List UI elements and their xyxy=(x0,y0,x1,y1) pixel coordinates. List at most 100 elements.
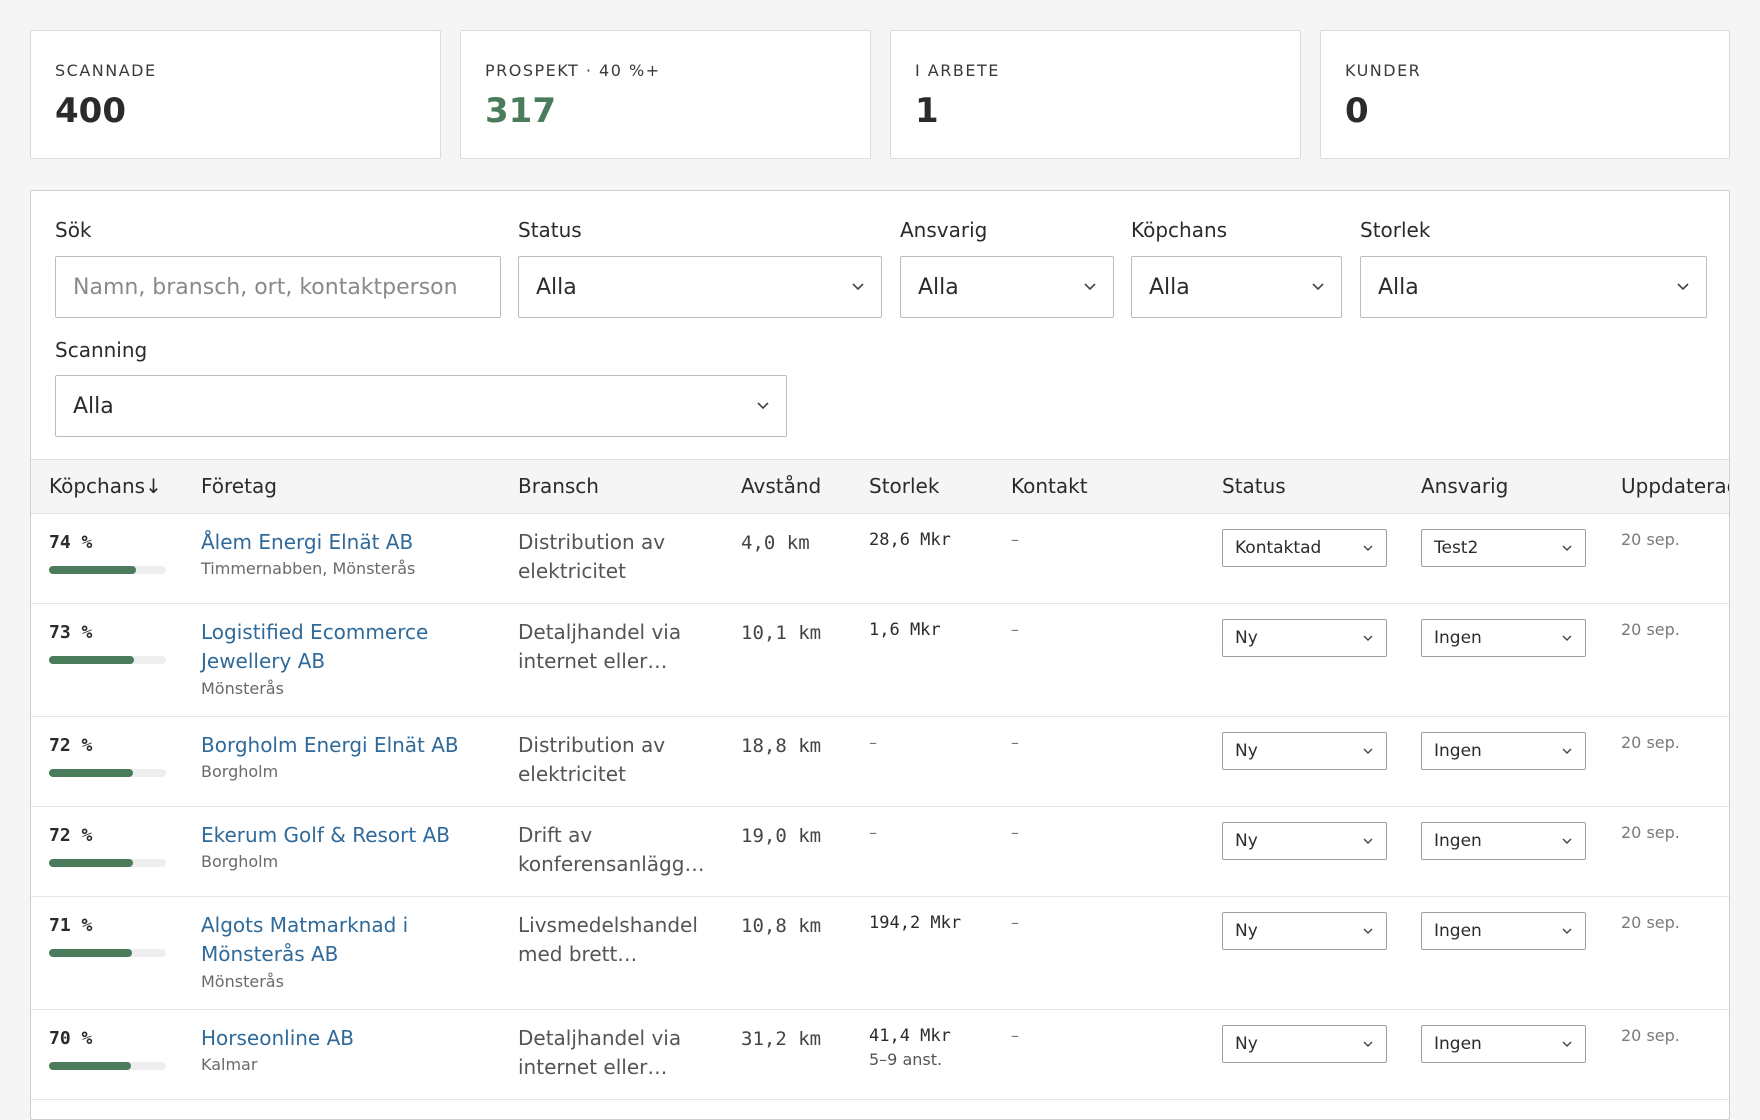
company-link[interactable]: Ekerum Golf & Resort AB xyxy=(201,821,491,850)
chevron-down-icon xyxy=(1561,1038,1573,1050)
score-bar xyxy=(49,949,166,957)
scanning-filter-select[interactable]: Alla xyxy=(55,375,787,437)
row-owner-value: Ingen xyxy=(1434,921,1482,941)
score-bar-fill xyxy=(49,656,135,664)
contact-value: – xyxy=(1011,620,1019,639)
status-filter-label: Status xyxy=(518,218,582,242)
score-bar xyxy=(49,769,166,777)
storlek-filter-value: Alla xyxy=(1378,274,1419,300)
kopchans-filter-select[interactable]: Alla xyxy=(1131,256,1342,318)
column-header-kontakt[interactable]: Kontakt xyxy=(1011,474,1088,498)
ansvarig-filter-select[interactable]: Alla xyxy=(900,256,1114,318)
column-header-kopchans[interactable]: Köpchans↓ xyxy=(49,474,162,498)
company-city: Timmernabben, Mönsterås xyxy=(201,559,416,578)
score-bar xyxy=(49,1062,166,1070)
table-row[interactable]: 71 % Algots Matmarknad i Mönsterås AB Mö… xyxy=(31,897,1729,1010)
chevron-down-icon xyxy=(1561,632,1573,644)
employee-count: 5–9 anst. xyxy=(869,1050,943,1069)
updated-date: 20 sep. xyxy=(1621,530,1680,549)
row-owner-value: Ingen xyxy=(1434,1034,1482,1054)
score-value: 71 % xyxy=(49,915,93,936)
ansvarig-filter-label: Ansvarig xyxy=(900,218,988,242)
column-header-foretag[interactable]: Företag xyxy=(201,474,277,498)
chevron-down-icon xyxy=(1561,925,1573,937)
stat-value: 400 xyxy=(55,91,126,131)
row-owner-select[interactable]: Ingen xyxy=(1421,619,1586,657)
table-row[interactable]: 74 % Ålem Energi Elnät AB Timmernabben, … xyxy=(31,514,1729,604)
score-value: 74 % xyxy=(49,532,93,553)
distance-value: 19,0 km xyxy=(741,825,822,847)
company-link[interactable]: Ålem Energi Elnät AB xyxy=(201,528,491,557)
chevron-down-icon xyxy=(1362,925,1374,937)
score-bar xyxy=(49,566,166,574)
stat-card-kunder: KUNDER 0 xyxy=(1320,30,1730,159)
company-city: Kalmar xyxy=(201,1055,258,1074)
distance-value: 10,1 km xyxy=(741,622,822,644)
company-link[interactable]: Logistified Ecommerce Jewellery AB xyxy=(201,618,491,676)
size-value: 41,4 Mkr xyxy=(869,1026,951,1046)
stat-value: 317 xyxy=(485,91,556,131)
company-link[interactable]: Horseonline AB xyxy=(201,1024,491,1053)
stat-card-i-arbete: I ARBETE 1 xyxy=(890,30,1301,159)
stat-label: KUNDER xyxy=(1345,61,1422,80)
size-value: – xyxy=(869,823,877,842)
row-status-select[interactable]: Ny xyxy=(1222,1025,1387,1063)
search-label: Sök xyxy=(55,218,92,242)
row-status-select[interactable]: Kontaktad xyxy=(1222,529,1387,567)
company-link[interactable]: Borgholm Energi Elnät AB xyxy=(201,731,491,760)
company-city: Mönsterås xyxy=(201,679,284,698)
column-header-avstand[interactable]: Avstånd xyxy=(741,474,821,498)
row-status-select[interactable]: Ny xyxy=(1222,822,1387,860)
row-owner-select[interactable]: Ingen xyxy=(1421,822,1586,860)
industry-text: Distribution av elektricitet xyxy=(518,733,666,786)
table-row[interactable]: 70 % Horseonline AB Kalmar Detaljhandel … xyxy=(31,1010,1729,1100)
updated-date: 20 sep. xyxy=(1621,1026,1680,1045)
company-link[interactable]: Algots Matmarknad i Mönsterås AB xyxy=(201,911,491,969)
contact-value: – xyxy=(1011,1026,1019,1045)
column-header-status[interactable]: Status xyxy=(1222,474,1286,498)
search-input[interactable] xyxy=(55,256,501,318)
score-bar-fill xyxy=(49,859,134,867)
row-owner-select[interactable]: Test2 xyxy=(1421,529,1586,567)
score-value: 72 % xyxy=(49,735,93,756)
size-value: 28,6 Mkr xyxy=(869,530,951,550)
row-status-select[interactable]: Ny xyxy=(1222,912,1387,950)
table-row[interactable]: 72 % Ekerum Golf & Resort AB Borgholm Dr… xyxy=(31,807,1729,897)
updated-date: 20 sep. xyxy=(1621,733,1680,752)
contact-value: – xyxy=(1011,530,1019,549)
row-owner-select[interactable]: Ingen xyxy=(1421,912,1586,950)
updated-date: 20 sep. xyxy=(1621,913,1680,932)
stat-label: PROSPEKT · 40 %+ xyxy=(485,61,661,80)
column-header-storlek[interactable]: Storlek xyxy=(869,474,939,498)
contact-value: – xyxy=(1011,733,1019,752)
storlek-filter-select[interactable]: Alla xyxy=(1360,256,1707,318)
updated-date: 20 sep. xyxy=(1621,620,1680,639)
row-owner-select[interactable]: Ingen xyxy=(1421,1025,1586,1063)
column-header-ansvarig[interactable]: Ansvarig xyxy=(1421,474,1508,498)
score-bar xyxy=(49,656,166,664)
company-city: Borgholm xyxy=(201,852,279,871)
chevron-down-icon xyxy=(1362,835,1374,847)
column-header-bransch[interactable]: Bransch xyxy=(518,474,599,498)
scanning-filter-label: Scanning xyxy=(55,338,148,362)
score-bar xyxy=(49,859,166,867)
chevron-down-icon xyxy=(1561,745,1573,757)
row-status-select[interactable]: Ny xyxy=(1222,732,1387,770)
kopchans-filter-label: Köpchans xyxy=(1131,218,1228,242)
column-header-uppdaterad[interactable]: Uppdaterad xyxy=(1621,474,1729,498)
score-value: 73 % xyxy=(49,622,93,643)
company-city: Borgholm xyxy=(201,762,279,781)
table-row[interactable]: 72 % Borgholm Energi Elnät AB Borgholm D… xyxy=(31,717,1729,807)
stat-card-prospekt: PROSPEKT · 40 %+ 317 xyxy=(460,30,871,159)
stat-value: 0 xyxy=(1345,91,1369,131)
distance-value: 4,0 km xyxy=(741,532,810,554)
ansvarig-filter-value: Alla xyxy=(918,274,959,300)
row-owner-select[interactable]: Ingen xyxy=(1421,732,1586,770)
status-filter-select[interactable]: Alla xyxy=(518,256,882,318)
size-value: – xyxy=(869,733,877,752)
table-row[interactable]: 73 % Logistified Ecommerce Jewellery AB … xyxy=(31,604,1729,717)
score-value: 70 % xyxy=(49,1028,93,1049)
row-status-select[interactable]: Ny xyxy=(1222,619,1387,657)
prospect-panel: Sök Status Alla Ansvarig Alla Köpchans A… xyxy=(30,190,1730,1120)
chevron-down-icon xyxy=(1561,542,1573,554)
